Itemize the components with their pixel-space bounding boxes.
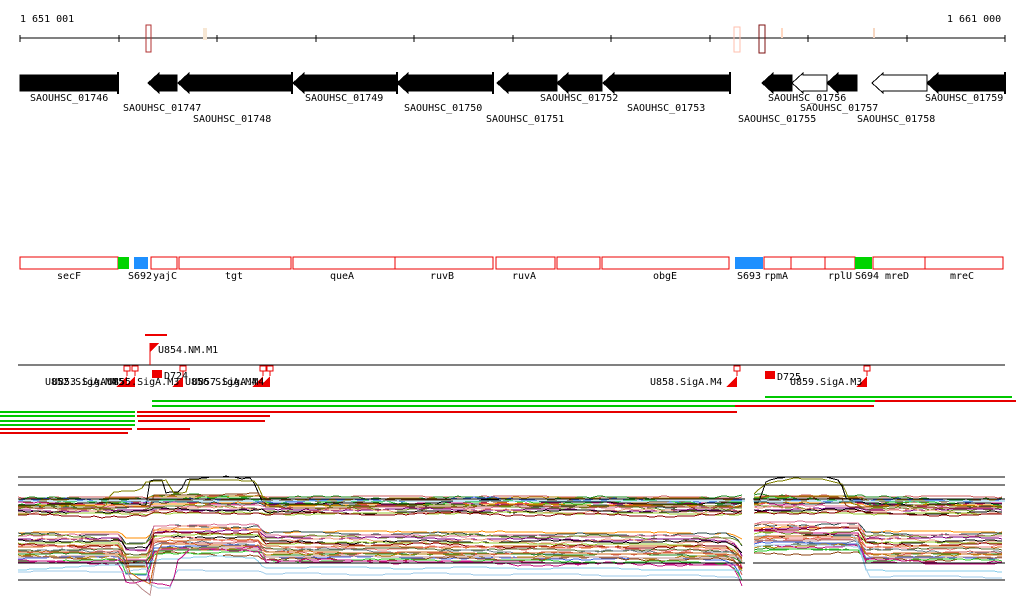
gene-arrow[interactable]: [791, 71, 828, 95]
tss-flag-square: [179, 365, 187, 372]
gene-arrow[interactable]: [147, 71, 178, 95]
ruler-marker[interactable]: [203, 28, 207, 40]
tss-flag-square: [266, 365, 274, 372]
tss-flag-square: [733, 365, 741, 372]
coverage-trace[interactable]: [18, 568, 742, 589]
tss-flag[interactable]: [172, 376, 183, 387]
feature-box[interactable]: [824, 256, 856, 270]
feature-box[interactable]: [178, 256, 292, 270]
gene-arrow[interactable]: [761, 71, 793, 95]
feature-box[interactable]: [394, 256, 494, 270]
tss-up-flag[interactable]: [150, 343, 159, 352]
gene-arrow[interactable]: [496, 71, 558, 95]
tss-d-box[interactable]: [152, 370, 162, 378]
feature-box[interactable]: [292, 256, 396, 270]
feature-box[interactable]: [601, 256, 730, 270]
gene-arrow[interactable]: [19, 74, 119, 92]
feature-box[interactable]: [150, 256, 178, 270]
feature-box[interactable]: [735, 257, 763, 269]
gene-arrow[interactable]: [871, 71, 928, 95]
gene-arrow[interactable]: [292, 71, 398, 95]
feature-box[interactable]: [790, 256, 826, 270]
gene-arrow[interactable]: [926, 71, 1006, 95]
feature-box[interactable]: [134, 257, 148, 269]
feature-box[interactable]: [556, 256, 601, 270]
feature-box[interactable]: [855, 257, 872, 269]
ruler-marker[interactable]: [873, 28, 875, 38]
browser-canvas: [0, 24, 1016, 596]
tss-flag[interactable]: [116, 376, 127, 387]
gene-arrow[interactable]: [602, 71, 731, 95]
tss-flag-square: [259, 365, 267, 372]
feature-box[interactable]: [872, 256, 926, 270]
feature-box[interactable]: [924, 256, 1004, 270]
tss-flag[interactable]: [856, 376, 867, 387]
gene-arrow[interactable]: [826, 71, 858, 95]
genome-browser: 1 651 001 1 661 000 SAOUHSC_01746 SAOUHSC…: [0, 0, 1024, 611]
tss-flag-square: [131, 365, 139, 372]
tss-flag-square: [863, 365, 871, 372]
gene-arrow[interactable]: [396, 71, 494, 95]
feature-box[interactable]: [118, 257, 129, 269]
gene-arrow[interactable]: [556, 71, 603, 95]
tss-d-box[interactable]: [765, 371, 775, 379]
ruler-marker[interactable]: [733, 26, 741, 53]
ruler-marker[interactable]: [758, 24, 766, 54]
gene-arrow[interactable]: [177, 71, 293, 95]
feature-box[interactable]: [763, 256, 792, 270]
feature-box[interactable]: [495, 256, 556, 270]
tss-flag[interactable]: [726, 376, 737, 387]
feature-box[interactable]: [19, 256, 119, 270]
ruler-marker[interactable]: [781, 28, 783, 38]
tss-flag-square: [123, 365, 131, 372]
